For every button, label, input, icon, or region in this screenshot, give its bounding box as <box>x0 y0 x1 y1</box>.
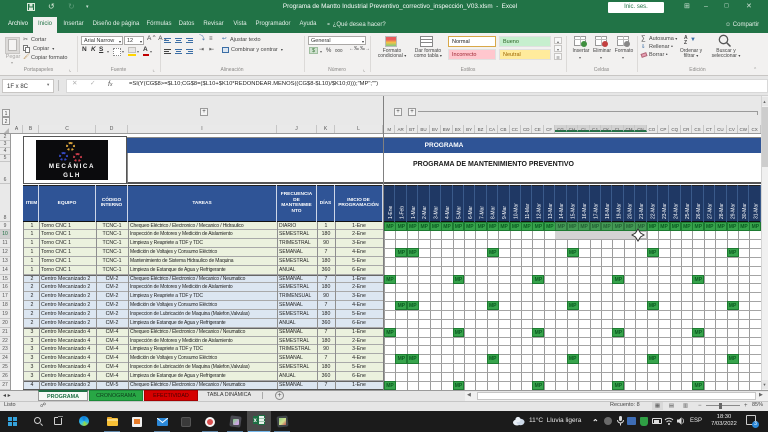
svg-text:30-Mar: 30-Mar <box>742 203 748 219</box>
svg-text:18-Mar: 18-Mar <box>605 203 611 219</box>
svg-text:1-Mar: 1-Mar <box>411 206 417 219</box>
svg-text:6-Mar: 6-Mar <box>468 206 474 219</box>
svg-text:2-Mar: 2-Mar <box>422 206 428 219</box>
svg-text:12-Mar: 12-Mar <box>536 203 542 219</box>
svg-text:29-Mar: 29-Mar <box>731 203 737 219</box>
svg-text:4-Mar: 4-Mar <box>445 206 451 219</box>
svg-text:15-Mar: 15-Mar <box>571 203 577 219</box>
svg-text:11-Mar: 11-Mar <box>525 203 531 219</box>
svg-text:5-Mar: 5-Mar <box>456 206 462 219</box>
svg-text:31-Mar: 31-Mar <box>753 203 759 219</box>
svg-text:8-Mar: 8-Mar <box>491 206 497 219</box>
svg-text:17-Mar: 17-Mar <box>594 203 600 219</box>
svg-text:3-Mar: 3-Mar <box>434 206 440 219</box>
svg-text:22-Mar: 22-Mar <box>651 203 657 219</box>
svg-text:26-Mar: 26-Mar <box>696 203 702 219</box>
svg-text:23-Mar: 23-Mar <box>662 203 668 219</box>
svg-text:28-Mar: 28-Mar <box>719 203 725 219</box>
svg-text:19-Mar: 19-Mar <box>616 203 622 219</box>
svg-text:10-Mar: 10-Mar <box>514 203 520 219</box>
svg-text:1-Feb: 1-Feb <box>399 206 405 219</box>
svg-text:24-Mar: 24-Mar <box>673 203 679 219</box>
svg-text:14-Mar: 14-Mar <box>559 203 565 219</box>
svg-text:7-Mar: 7-Mar <box>479 206 485 219</box>
svg-text:13-Mar: 13-Mar <box>548 203 554 219</box>
svg-text:25-Mar: 25-Mar <box>685 203 691 219</box>
svg-text:16-Mar: 16-Mar <box>582 203 588 219</box>
svg-text:21-Mar: 21-Mar <box>639 203 645 219</box>
svg-text:20-Mar: 20-Mar <box>628 203 634 219</box>
svg-text:1-Ene: 1-Ene <box>388 205 394 219</box>
svg-text:27-Mar: 27-Mar <box>708 203 714 219</box>
svg-text:9-Mar: 9-Mar <box>502 206 508 219</box>
